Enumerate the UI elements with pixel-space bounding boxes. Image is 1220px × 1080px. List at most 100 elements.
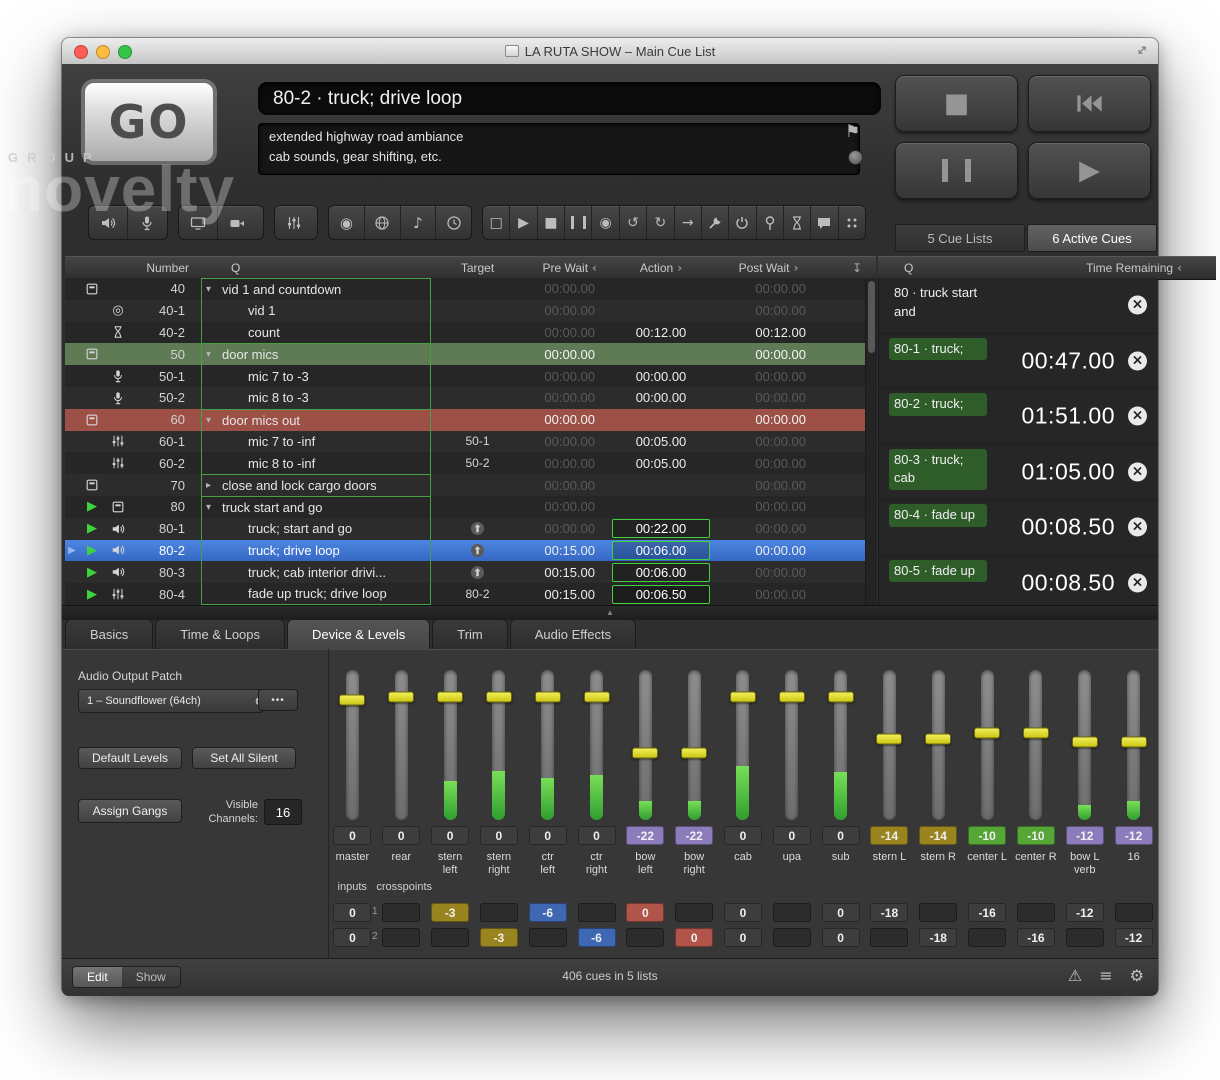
column-header-q[interactable]: Q	[189, 261, 439, 275]
pre-wait-cell[interactable]: 00:00.00	[516, 518, 601, 540]
fader-track-sub[interactable]	[834, 670, 847, 820]
cue-row-40-1[interactable]: ◎ 40-1 vid 1 00:00.00 00:00.00	[65, 300, 876, 322]
column-header-target[interactable]: Target	[439, 261, 516, 275]
add-fade-cue-button[interactable]	[275, 206, 313, 239]
action-cell[interactable]: 00:06.00	[601, 561, 721, 583]
post-wait-cell[interactable]: 00:00.00	[721, 452, 816, 474]
pre-wait-cell[interactable]: 00:00.00	[516, 278, 601, 300]
post-wait-cell[interactable]: 00:00.00	[721, 409, 816, 431]
pre-wait-cell[interactable]: 00:15.00	[516, 561, 601, 583]
add-group-cue-button[interactable]: □	[483, 206, 510, 239]
cue-row-40-2[interactable]: 40-2 count 00:00.00 00:12.00 00:12.00	[65, 322, 876, 344]
crosspoint-cell[interactable]: -6	[578, 928, 616, 947]
cue-row-80[interactable]: ▶ 80 ▾truck start and go 00:00.00 00:00.…	[65, 496, 876, 518]
fader-track-stern-l[interactable]	[883, 670, 896, 820]
fader-value[interactable]: 0	[480, 826, 518, 845]
stop-active-cue-button[interactable]: ×	[1128, 518, 1147, 537]
post-wait-cell[interactable]: 00:00.00	[721, 278, 816, 300]
post-wait-cell[interactable]: 00:00.00	[721, 387, 816, 409]
fader-track-bow-l-verb[interactable]	[1078, 670, 1091, 820]
pause-button[interactable]	[895, 142, 1018, 199]
stop-button[interactable]: ■	[895, 75, 1018, 132]
crosspoint-cell[interactable]	[431, 928, 469, 947]
add-mic-cue-button[interactable]	[128, 206, 166, 239]
crosspoint-cell[interactable]	[626, 928, 664, 947]
add-target-cue-button[interactable]	[757, 206, 784, 239]
crosspoint-cell[interactable]	[968, 928, 1006, 947]
fader-track-stern-left[interactable]	[444, 670, 457, 820]
active-cue-item[interactable]: 80-5 · fade up 00:08.50 ×	[879, 556, 1157, 612]
zoom-window-button[interactable]	[118, 45, 132, 59]
crosspoint-cell[interactable]	[870, 928, 908, 947]
pre-wait-cell[interactable]: 00:00.00	[516, 452, 601, 474]
close-window-button[interactable]	[74, 45, 88, 59]
crosspoint-cell[interactable]: 0	[724, 903, 762, 922]
action-cell[interactable]	[601, 496, 721, 518]
target-cell[interactable]	[439, 496, 516, 518]
cue-name-cell[interactable]: truck; cab interior drivi...	[201, 561, 431, 583]
pre-wait-cell[interactable]: 00:00.00	[516, 474, 601, 496]
fader-handle[interactable]	[437, 692, 463, 703]
crosspoint-cell[interactable]	[1115, 903, 1153, 922]
disclosure-triangle-icon[interactable]: ▾	[206, 502, 222, 513]
add-timecode-cue-button[interactable]	[436, 206, 471, 239]
stop-active-cue-button[interactable]: ×	[1128, 462, 1147, 481]
fader-handle[interactable]	[828, 692, 854, 703]
tab-basics[interactable]: Basics	[65, 619, 153, 649]
fader-handle[interactable]	[1121, 737, 1147, 748]
crosspoint-cell[interactable]	[382, 903, 420, 922]
crosspoint-cell[interactable]: -12	[1066, 903, 1104, 922]
action-cell[interactable]: 00:05.00	[601, 431, 721, 453]
cue-row-80-1[interactable]: ▶ 80-1 truck; start and go 00:00.00 00:2…	[65, 518, 876, 540]
fader-track-stern-r[interactable]	[932, 670, 945, 820]
crosspoint-cell[interactable]: -3	[480, 928, 518, 947]
cue-name-cell[interactable]: ▾vid 1 and countdown	[201, 278, 431, 300]
fader-handle[interactable]	[730, 692, 756, 703]
active-cue-item[interactable]: 80-2 · truck; 01:51.00 ×	[879, 389, 1157, 445]
input-level[interactable]: 0	[333, 928, 371, 947]
fader-handle[interactable]	[486, 692, 512, 703]
add-wait-cue-button[interactable]	[784, 206, 811, 239]
stop-active-cue-button[interactable]: ×	[1128, 296, 1147, 315]
pre-wait-cell[interactable]: 00:00.00	[516, 431, 601, 453]
crosspoint-cell[interactable]: 0	[822, 903, 860, 922]
fader-track-stern-right[interactable]	[492, 670, 505, 820]
go-button[interactable]: GO	[84, 82, 214, 162]
audio-patch-dropdown[interactable]: 1 – Soundflower (64ch) ▴▾	[78, 689, 264, 713]
minimize-window-button[interactable]	[96, 45, 110, 59]
post-wait-cell[interactable]: 00:00.00	[721, 474, 816, 496]
crosspoint-cell[interactable]	[382, 928, 420, 947]
rewind-button[interactable]	[1028, 75, 1151, 132]
cue-row-80-4[interactable]: ▶ 80-4 fade up truck; drive loop 80-2 00…	[65, 583, 876, 605]
action-cell[interactable]	[601, 278, 721, 300]
divider-grip-icon[interactable]: ▴	[608, 608, 613, 618]
fader-value[interactable]: -10	[1017, 826, 1055, 845]
cue-name-cell[interactable]: truck; drive loop	[201, 540, 431, 562]
stop-active-cue-button[interactable]: ×	[1128, 351, 1147, 370]
fader-value[interactable]: -14	[870, 826, 908, 845]
crosspoint-cell[interactable]: -3	[431, 903, 469, 922]
add-load-cue-button[interactable]: ◉	[592, 206, 619, 239]
target-cell[interactable]	[439, 278, 516, 300]
stop-active-cue-button[interactable]: ×	[1128, 407, 1147, 426]
cue-row-70[interactable]: 70 ▸close and lock cargo doors 00:00.00 …	[65, 474, 876, 496]
fader-track-bow-left[interactable]	[639, 670, 652, 820]
window-titlebar[interactable]: LA RUTA SHOW – Main Cue List ↔	[62, 38, 1158, 65]
pre-wait-cell[interactable]: 00:15.00	[516, 583, 601, 605]
fader-handle[interactable]	[974, 728, 1000, 739]
crosspoint-cell[interactable]	[675, 903, 713, 922]
cue-name-cell[interactable]: truck; start and go	[201, 518, 431, 540]
fader-handle[interactable]	[681, 747, 707, 758]
add-start-cue-button[interactable]: ▶	[510, 206, 537, 239]
post-wait-cell[interactable]: 00:12.00	[721, 322, 816, 344]
fader-handle[interactable]	[876, 734, 902, 745]
action-cell[interactable]: 00:00.00	[601, 365, 721, 387]
assign-gangs-button[interactable]: Assign Gangs	[78, 799, 182, 823]
crosspoint-cell[interactable]	[1066, 928, 1104, 947]
tab-audio-effects[interactable]: Audio Effects	[510, 619, 636, 649]
add-record-cue-button[interactable]: ◉	[329, 206, 365, 239]
crosspoint-cell[interactable]: -18	[919, 928, 957, 947]
post-wait-cell[interactable]: 00:00.00	[721, 540, 816, 562]
cue-name-cell[interactable]: ▾truck start and go	[201, 496, 431, 518]
fader-value[interactable]: 0	[529, 826, 567, 845]
